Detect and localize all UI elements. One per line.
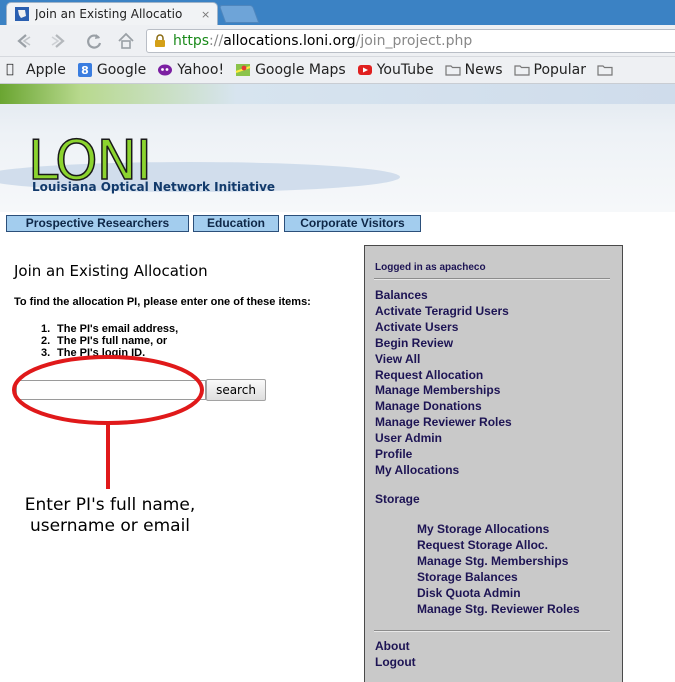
page-title: Join an Existing Allocation xyxy=(14,262,208,280)
criteria-list: 1. The PI's email address, 2. The PI's ful… xyxy=(41,323,178,359)
sidebar-link-manage-memberships[interactable]: Manage Memberships xyxy=(375,383,500,397)
logo-subtitle: Louisiana Optical Network Initiative xyxy=(32,180,276,194)
sidebar-link-view-all[interactable]: View All xyxy=(375,352,420,366)
sidebar: Logged in as apacheco Balances Activate … xyxy=(364,245,623,682)
sidebar-link-disk-quota-admin[interactable]: Disk Quota Admin xyxy=(417,586,521,600)
search-button[interactable]: search xyxy=(206,379,266,401)
bookmark-google[interactable]: 8 Google xyxy=(77,62,146,78)
bookmark-yahoo[interactable]: Yahoo! xyxy=(157,62,224,78)
nav-education[interactable]: Education xyxy=(193,215,279,232)
nav-corporate-visitors[interactable]: Corporate Visitors xyxy=(284,215,421,232)
tab-title: Join an Existing Allocatio xyxy=(35,7,183,21)
close-icon[interactable]: × xyxy=(201,8,210,21)
sidebar-link-request-storage-alloc[interactable]: Request Storage Alloc. xyxy=(417,538,548,552)
logged-in-label: Logged in as apacheco xyxy=(375,262,486,273)
sidebar-link-manage-donations[interactable]: Manage Donations xyxy=(375,399,482,413)
bookmark-popular[interactable]: Popular xyxy=(513,62,586,78)
apple-icon:  xyxy=(6,63,22,77)
url-text: https://allocations.loni.org/join_projec… xyxy=(173,33,473,49)
list-item: 2. The PI's full name, or xyxy=(41,335,168,347)
sidebar-link-manage-reviewer-roles[interactable]: Manage Reviewer Roles xyxy=(375,415,512,429)
divider xyxy=(374,278,610,280)
sidebar-link-activate-users[interactable]: Activate Users xyxy=(375,320,458,334)
sidebar-link-activate-teragrid-users[interactable]: Activate Teragrid Users xyxy=(375,304,509,318)
bookmark-google-maps[interactable]: Google Maps xyxy=(235,62,346,78)
annotation-pointer xyxy=(106,423,110,489)
address-bar[interactable]: https://allocations.loni.org/join_projec… xyxy=(146,29,675,53)
bookmark-news[interactable]: News xyxy=(445,62,503,78)
back-arrow-icon[interactable] xyxy=(14,31,34,51)
search-input[interactable] xyxy=(16,380,206,400)
yahoo-icon xyxy=(158,64,173,76)
home-icon[interactable] xyxy=(116,31,136,51)
browser-tab[interactable]: Join an Existing Allocatio × xyxy=(6,2,218,25)
sidebar-link-user-admin[interactable]: User Admin xyxy=(375,431,442,445)
divider xyxy=(374,630,610,632)
annotation-text: Enter PI's full name, username or email xyxy=(10,495,210,537)
bookmarks-bar:  Apple 8 Google Yahoo! Google Ma xyxy=(0,57,675,84)
bookmark-youtube[interactable]: YouTube xyxy=(357,62,434,78)
sidebar-link-manage-stg-reviewer-roles[interactable]: Manage Stg. Reviewer Roles xyxy=(417,602,580,616)
sidebar-link-my-storage-allocations[interactable]: My Storage Allocations xyxy=(417,522,549,536)
bookmark-folder-overflow[interactable] xyxy=(597,63,617,77)
annotation-line-1: Enter PI's full name, xyxy=(24,495,196,515)
browser-window: Join an Existing Allocatio × https://all… xyxy=(0,0,675,682)
list-item: 1. The PI's email address, xyxy=(41,323,179,335)
new-tab-button[interactable] xyxy=(218,5,260,23)
annotation-line-2: username or email xyxy=(29,516,191,536)
browser-toolbar: https://allocations.loni.org/join_projec… xyxy=(0,25,675,57)
site-banner: LONI Louisiana Optical Network Initiativ… xyxy=(0,84,675,212)
reload-icon[interactable] xyxy=(84,31,104,51)
sidebar-heading-storage: Storage xyxy=(375,492,420,506)
maps-icon xyxy=(235,64,251,76)
lock-icon xyxy=(155,34,165,47)
sidebar-link-my-allocations[interactable]: My Allocations xyxy=(375,463,459,477)
tab-strip: Join an Existing Allocatio × xyxy=(0,0,675,25)
sidebar-link-manage-stg-memberships[interactable]: Manage Stg. Memberships xyxy=(417,554,568,568)
youtube-icon xyxy=(357,65,372,75)
forward-arrow-icon[interactable] xyxy=(48,31,68,51)
banner-stripe xyxy=(0,84,675,104)
google-icon: 8 xyxy=(77,63,92,77)
folder-icon xyxy=(445,65,461,76)
nav-prospective-researchers[interactable]: Prospective Researchers xyxy=(6,215,189,232)
sidebar-link-logout[interactable]: Logout xyxy=(375,655,416,669)
sidebar-link-storage-balances[interactable]: Storage Balances xyxy=(417,570,518,584)
folder-icon xyxy=(513,65,530,76)
sidebar-link-profile[interactable]: Profile xyxy=(375,447,412,461)
sidebar-link-request-allocation[interactable]: Request Allocation xyxy=(375,368,483,382)
list-item: 3. The PI's login ID. xyxy=(41,347,146,359)
intro-text: To find the allocation PI, please enter … xyxy=(14,296,311,308)
loni-favicon-icon xyxy=(15,7,29,21)
sidebar-link-about[interactable]: About xyxy=(375,639,410,653)
sidebar-link-balances[interactable]: Balances xyxy=(375,288,428,302)
sidebar-link-begin-review[interactable]: Begin Review xyxy=(375,336,453,350)
svg-text:8: 8 xyxy=(81,64,89,77)
bookmark-apple[interactable]:  Apple xyxy=(6,62,66,78)
folder-icon xyxy=(597,65,613,76)
